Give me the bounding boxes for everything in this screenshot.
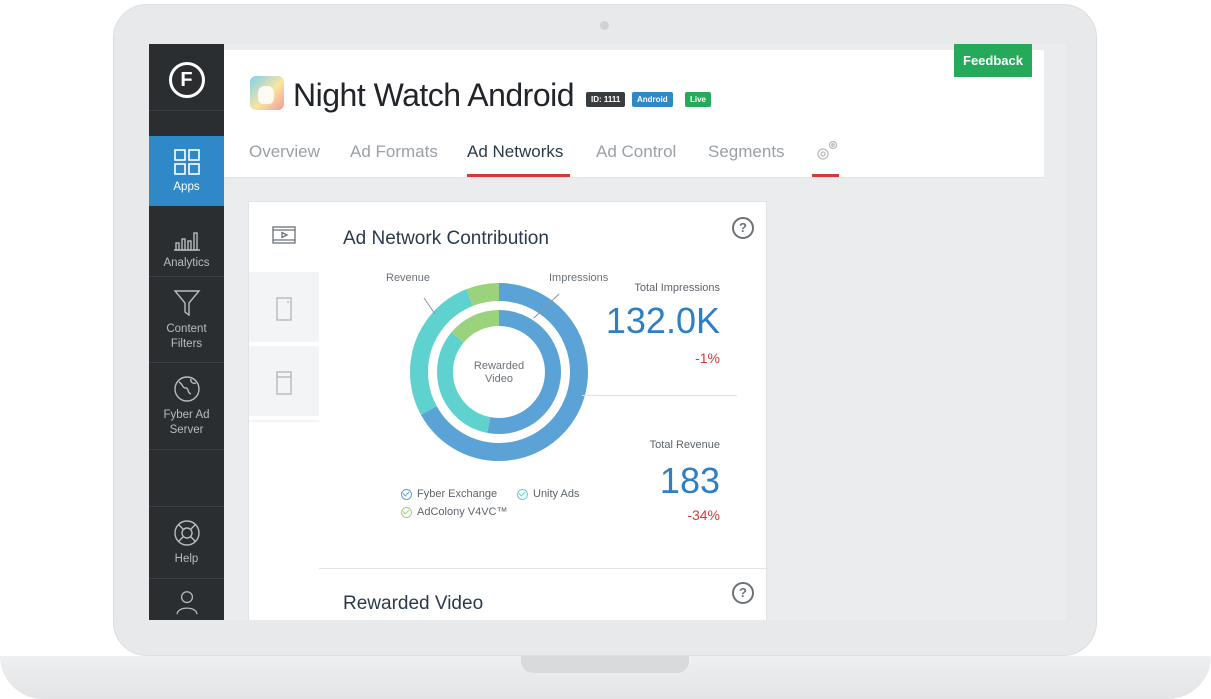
banner-icon xyxy=(276,371,292,395)
app-id-badge: ID: 1111 xyxy=(586,92,626,107)
impressions-change: -1% xyxy=(695,350,720,366)
tab-ad-networks[interactable]: Ad Networks xyxy=(467,142,563,162)
revenue-leader-line xyxy=(423,297,436,315)
sidebar-divider xyxy=(149,276,224,277)
network-contribution-card: Ad Network Contribution ? Revenue Impres… xyxy=(248,201,768,620)
app-header: Night Watch Android ID: 1111 Android Liv… xyxy=(224,44,1044,178)
gear-icon xyxy=(817,140,838,160)
bar-chart-icon xyxy=(173,232,200,251)
app-thumbnail-icon xyxy=(250,76,284,110)
help-icon[interactable]: ? xyxy=(732,582,754,604)
revenue-change: -34% xyxy=(687,507,720,523)
sidebar-item-label: Analytics xyxy=(163,257,210,269)
main-content: Night Watch Android ID: 1111 Android Liv… xyxy=(224,44,1044,620)
video-icon xyxy=(272,226,296,244)
tab-overview[interactable]: Overview xyxy=(249,142,320,162)
sidebar: F Apps Analytics Content Filters Fyber A… xyxy=(149,44,224,620)
sidebar-divider xyxy=(149,362,224,363)
total-impressions-label: Total Impressions xyxy=(634,282,720,294)
lifebuoy-icon xyxy=(173,520,200,546)
funnel-icon xyxy=(173,290,200,317)
camera-dot xyxy=(600,21,609,30)
rewarded-video-title: Rewarded Video xyxy=(343,593,484,614)
legend-label: Fyber Exchange xyxy=(417,488,498,500)
sidebar-item-help[interactable]: Help xyxy=(149,518,224,578)
tab-bar: Overview Ad Formats Ad Networks Ad Contr… xyxy=(224,136,1044,178)
sidebar-item-label: Content Filters xyxy=(166,323,207,350)
nav-rewarded-video[interactable] xyxy=(249,202,319,272)
legend-label: AdColony V4VC™ xyxy=(417,506,508,518)
sidebar-divider xyxy=(149,110,224,111)
total-revenue-value: 183 xyxy=(659,460,720,501)
settings-tab-indicator xyxy=(812,174,839,177)
logo-icon: F xyxy=(168,62,205,98)
section-title: Ad Network Contribution xyxy=(343,228,549,249)
legend-adcolony[interactable]: AdColony V4VC™ xyxy=(401,506,508,518)
donut-center-label: Rewarded Video xyxy=(473,360,525,385)
sidebar-item-fyber-ad-server[interactable]: Fyber Ad Server xyxy=(149,374,224,446)
total-revenue-label: Total Revenue xyxy=(649,439,720,451)
legend-fyber-exchange[interactable]: Fyber Exchange xyxy=(401,488,497,500)
sidebar-item-content-filters[interactable]: Content Filters xyxy=(149,288,224,360)
feedback-button[interactable]: Feedback xyxy=(954,44,1032,77)
page-title: Night Watch Android xyxy=(293,77,575,113)
card-section-divider xyxy=(319,568,768,569)
sidebar-item-label: Fyber Ad Server xyxy=(163,409,210,436)
check-icon xyxy=(401,506,412,518)
sidebar-item-apps[interactable]: Apps xyxy=(149,136,224,206)
sidebar-item-label: Apps xyxy=(173,181,200,193)
grid-icon xyxy=(173,149,200,175)
sidebar-item-label: Help xyxy=(174,553,199,565)
legend-unity-ads[interactable]: Unity Ads xyxy=(517,488,579,500)
fyber-logo[interactable]: F xyxy=(149,50,224,110)
user-icon xyxy=(175,591,198,615)
sidebar-divider xyxy=(149,449,224,450)
phone-portrait-icon xyxy=(276,297,292,321)
tab-segments[interactable]: Segments xyxy=(708,142,785,162)
sidebar-item-profile[interactable] xyxy=(149,589,224,620)
contribution-panel: Ad Network Contribution ? Revenue Impres… xyxy=(319,202,768,568)
total-impressions-value: 132.0K xyxy=(605,300,720,341)
ad-format-nav xyxy=(249,202,319,422)
status-badge: Live xyxy=(685,92,712,107)
active-tab-indicator xyxy=(467,174,570,177)
help-icon[interactable]: ? xyxy=(732,217,754,239)
laptop-notch xyxy=(521,656,689,673)
nav-interstitial[interactable] xyxy=(249,276,319,346)
tab-settings[interactable] xyxy=(814,138,840,169)
sidebar-divider xyxy=(149,578,224,579)
globe-icon xyxy=(173,376,200,402)
tab-ad-control[interactable]: Ad Control xyxy=(596,142,676,162)
tab-ad-formats[interactable]: Ad Formats xyxy=(350,142,438,162)
nav-banner[interactable] xyxy=(249,350,319,420)
app-screen: F Apps Analytics Content Filters Fyber A… xyxy=(149,44,1066,620)
legend-label: Unity Ads xyxy=(533,488,580,500)
check-icon xyxy=(401,488,412,500)
platform-badge: Android xyxy=(632,92,673,107)
sidebar-divider xyxy=(149,506,224,507)
metrics-divider xyxy=(582,395,737,396)
sidebar-item-analytics[interactable]: Analytics xyxy=(149,222,224,292)
check-icon xyxy=(517,488,528,500)
